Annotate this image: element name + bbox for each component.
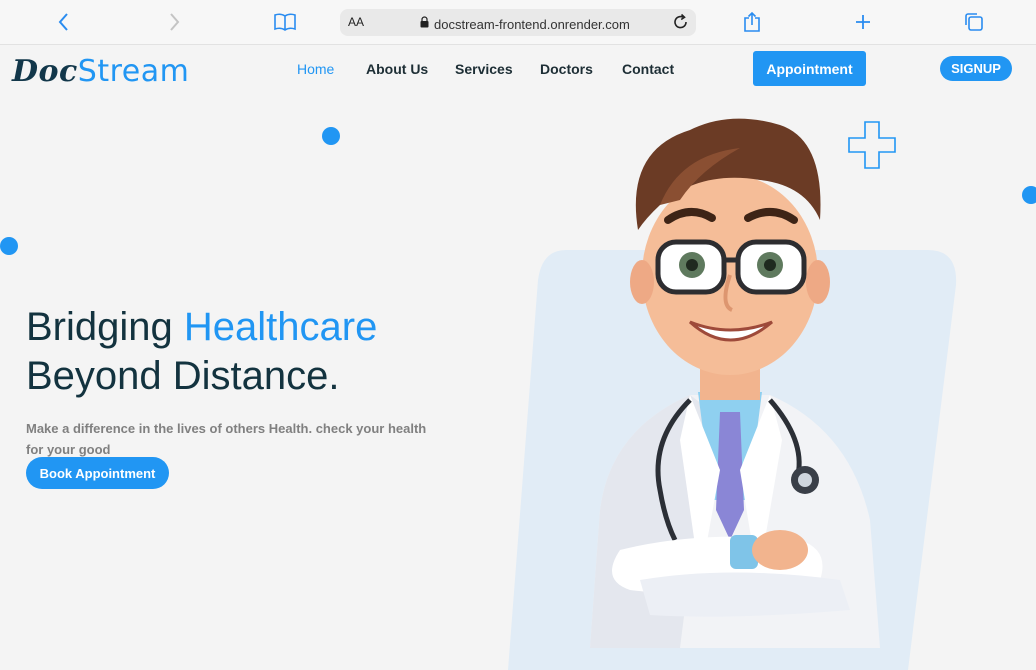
address-bar[interactable]: AA docstream-frontend.onrender.com xyxy=(340,9,696,36)
nav-contact[interactable]: Contact xyxy=(622,61,674,77)
hero-subtitle: Make a difference in the lives of others… xyxy=(26,421,427,457)
url-display[interactable]: docstream-frontend.onrender.com xyxy=(420,15,630,33)
decorative-dot xyxy=(322,127,340,145)
book-icon[interactable] xyxy=(273,10,297,34)
reload-icon[interactable] xyxy=(672,13,690,36)
browser-toolbar: AA docstream-frontend.onrender.com xyxy=(0,0,1036,45)
book-appointment-button[interactable]: Book Appointment xyxy=(26,457,169,489)
logo-doc-text: Doc xyxy=(12,54,78,89)
reader-mode-button[interactable]: AA xyxy=(348,15,364,29)
new-tab-icon[interactable] xyxy=(851,10,875,34)
decorative-dot xyxy=(0,237,18,255)
logo-stream-text: Stream xyxy=(77,54,190,89)
hero-title: Bridging Healthcare Beyond Distance. xyxy=(26,303,377,401)
hero-title-line2: Beyond Distance. xyxy=(26,354,340,398)
lock-icon xyxy=(420,15,429,33)
tabs-icon[interactable] xyxy=(962,10,986,34)
forward-icon[interactable] xyxy=(162,10,186,34)
hero-title-part1: Bridging xyxy=(26,305,184,349)
nav-doctors[interactable]: Doctors xyxy=(540,61,593,77)
share-icon[interactable] xyxy=(740,10,764,34)
back-icon[interactable] xyxy=(52,10,76,34)
site-header: DocStream Home About Us Services Doctors… xyxy=(0,45,1036,95)
url-text: docstream-frontend.onrender.com xyxy=(434,16,630,32)
docstream-logo[interactable]: DocStream xyxy=(12,54,189,89)
hero-title-highlight: Healthcare xyxy=(183,305,378,349)
appointment-button[interactable]: Appointment xyxy=(753,51,866,86)
nav-services[interactable]: Services xyxy=(455,61,513,77)
nav-home[interactable]: Home xyxy=(297,61,334,77)
doctor-illustration xyxy=(590,118,880,648)
signup-button[interactable]: SIGNUP xyxy=(940,56,1012,81)
nav-about-us[interactable]: About Us xyxy=(366,61,428,77)
decorative-dot xyxy=(1022,186,1036,204)
